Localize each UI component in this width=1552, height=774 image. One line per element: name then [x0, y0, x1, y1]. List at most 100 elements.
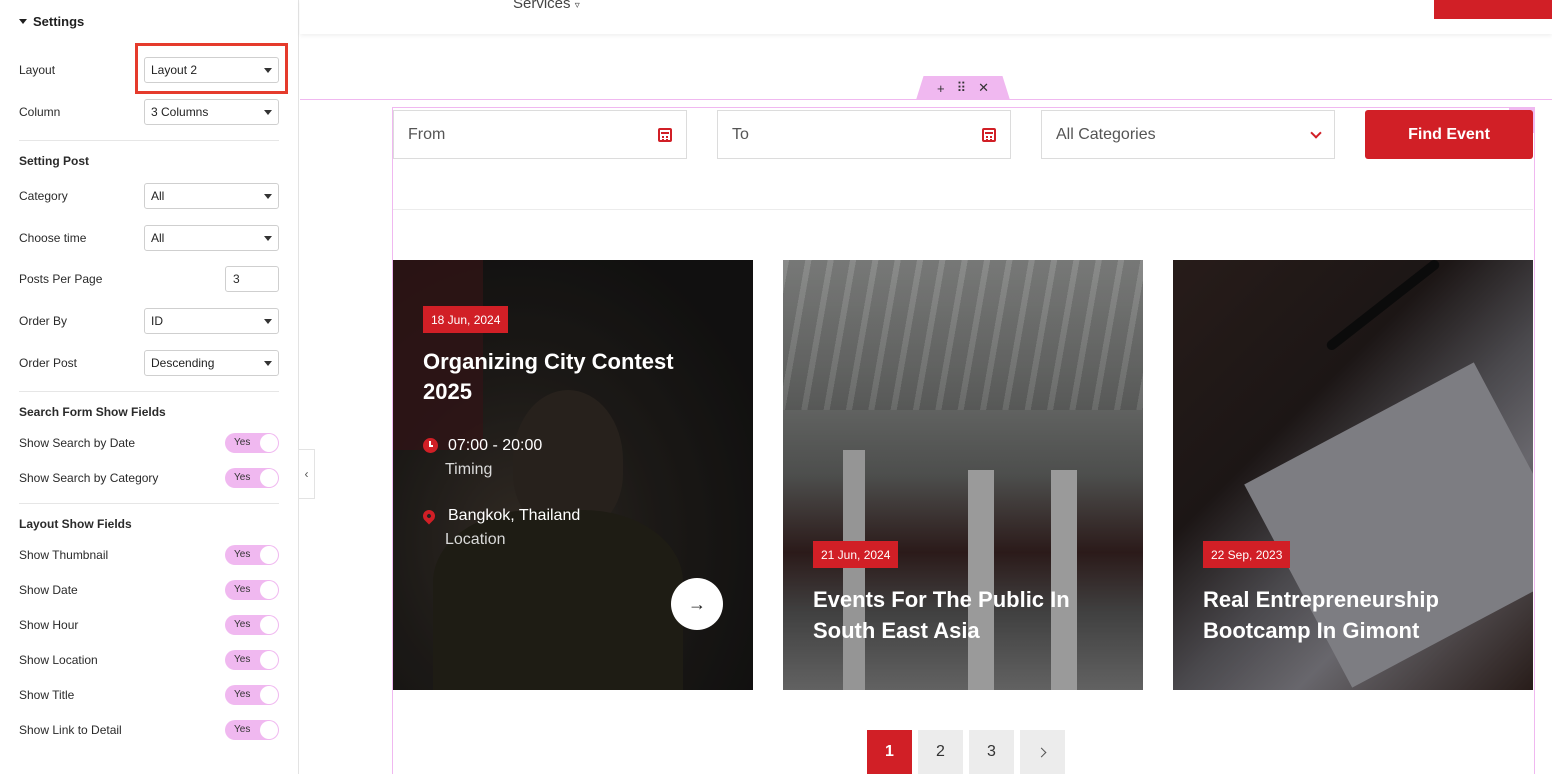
pagination-page-3[interactable]: 3 — [969, 730, 1014, 774]
from-placeholder: From — [408, 125, 446, 143]
site-header: Services ▿ — [300, 0, 1552, 34]
toggle-knob — [260, 616, 278, 634]
calendar-icon — [982, 127, 996, 142]
pagination-page-1[interactable]: 1 — [867, 730, 912, 774]
toggle-knob — [260, 581, 278, 599]
event-location-label: Location — [445, 531, 506, 548]
event-title-line: 2025 — [423, 379, 472, 404]
find-event-button[interactable]: Find Event — [1365, 110, 1533, 159]
layout-fields-heading: Layout Show Fields — [19, 517, 132, 531]
divider — [393, 209, 1533, 210]
event-date-badge: 18 Jun, 2024 — [423, 306, 509, 333]
settings-title: Settings — [33, 14, 85, 29]
show-search-by-category-toggle[interactable]: Yes — [225, 468, 279, 488]
order-post-label: Order Post — [19, 356, 78, 370]
category-select-value: All — [151, 189, 165, 203]
posts-per-page-row: Posts Per Page 3 — [19, 266, 279, 292]
event-title-line: Bootcamp In Gimont — [1203, 618, 1420, 643]
select-arrow-icon — [264, 109, 272, 115]
event-date-badge: 22 Sep, 2023 — [1203, 541, 1291, 568]
column-row: Column 3 Columns — [19, 99, 279, 125]
show-title-toggle[interactable]: Yes — [225, 685, 279, 705]
toggle-label: Show Hour — [19, 618, 79, 632]
toggle-label: Show Thumbnail — [19, 548, 109, 562]
toggle-value: Yes — [234, 619, 251, 630]
show-location-toggle[interactable]: Yes — [225, 650, 279, 670]
choose-time-select-value: All — [151, 231, 165, 245]
posts-per-page-input[interactable]: 3 — [225, 266, 279, 292]
chevron-left-icon: ‹ — [304, 467, 309, 481]
toggle-label: Show Location — [19, 653, 98, 667]
toggle-knob — [260, 651, 278, 669]
toggle-row: Show Thumbnail Yes — [19, 542, 279, 568]
toggle-label: Show Link to Detail — [19, 723, 122, 737]
settings-panel: Settings Layout Layout 2 Column 3 Column… — [0, 0, 299, 774]
order-post-row: Order Post Descending — [19, 350, 279, 376]
toggle-knob — [260, 434, 278, 452]
header-cta-button[interactable] — [1434, 0, 1552, 19]
select-arrow-icon — [264, 360, 272, 366]
toggle-value: Yes — [234, 549, 251, 560]
show-link-to-detail-toggle[interactable]: Yes — [225, 720, 279, 740]
toggle-value: Yes — [234, 654, 251, 665]
choose-time-row: Choose time All — [19, 225, 279, 251]
show-date-toggle[interactable]: Yes — [225, 580, 279, 600]
search-form-heading: Search Form Show Fields — [19, 405, 166, 419]
calendar-icon — [658, 127, 672, 142]
order-by-select[interactable]: ID — [144, 308, 279, 334]
show-hour-toggle[interactable]: Yes — [225, 615, 279, 635]
close-icon[interactable]: ✕ — [978, 80, 989, 96]
category-select[interactable]: All — [144, 183, 279, 209]
pagination-next-button[interactable] — [1020, 730, 1065, 774]
toggle-row: Show Date Yes — [19, 577, 279, 603]
column-select-value: 3 Columns — [151, 105, 209, 119]
category-row: Category All — [19, 183, 279, 209]
category-dropdown[interactable]: All Categories — [1041, 110, 1335, 159]
event-title-line: South East Asia — [813, 618, 980, 643]
toggle-label: Show Search by Category — [19, 471, 159, 485]
clock-icon — [423, 438, 438, 453]
event-card[interactable]: 18 Jun, 2024 Organizing City Contest 202… — [393, 260, 753, 690]
toggle-row: Show Search by Date Yes — [19, 430, 279, 456]
to-date-input[interactable]: To — [717, 110, 1011, 159]
toggle-row: Show Location Yes — [19, 647, 279, 673]
toggle-value: Yes — [234, 437, 251, 448]
event-title[interactable]: Organizing City Contest 2025 — [423, 347, 674, 407]
event-title-line: Organizing City Contest — [423, 349, 674, 374]
toggle-label: Show Search by Date — [19, 436, 136, 450]
drag-handle-icon[interactable]: ⠿ — [957, 80, 967, 96]
menu-item-services[interactable]: Services ▿ — [513, 0, 580, 12]
layout-highlight-box — [135, 43, 288, 94]
settings-section-header[interactable]: Settings — [19, 14, 84, 29]
chevron-right-icon — [1036, 747, 1046, 757]
category-label: Category — [19, 189, 68, 203]
event-time: 07:00 - 20:00 — [448, 437, 543, 454]
from-date-input[interactable]: From — [393, 110, 687, 159]
menu-item-label: Services — [513, 0, 571, 12]
column-select[interactable]: 3 Columns — [144, 99, 279, 125]
event-card[interactable]: 21 Jun, 2024 Events For The Public In So… — [783, 260, 1143, 690]
toggle-row: Show Title Yes — [19, 682, 279, 708]
toggle-label: Show Title — [19, 688, 75, 702]
posts-per-page-label: Posts Per Page — [19, 272, 103, 286]
to-placeholder: To — [732, 125, 749, 143]
select-arrow-icon — [264, 235, 272, 241]
show-search-by-date-toggle[interactable]: Yes — [225, 433, 279, 453]
add-section-icon[interactable]: + — [937, 81, 945, 96]
show-thumbnail-toggle[interactable]: Yes — [225, 545, 279, 565]
event-card[interactable]: 22 Sep, 2023 Real Entrepreneurship Bootc… — [1173, 260, 1533, 690]
order-post-select[interactable]: Descending — [144, 350, 279, 376]
event-detail-link[interactable]: → — [671, 578, 723, 630]
toggle-label: Show Date — [19, 583, 78, 597]
order-by-row: Order By ID — [19, 308, 279, 334]
event-title[interactable]: Real Entrepreneurship Bootcamp In Gimont — [1203, 584, 1439, 646]
choose-time-select[interactable]: All — [144, 225, 279, 251]
pagination-page-2[interactable]: 2 — [918, 730, 963, 774]
section-handle: + ⠿ ✕ — [916, 76, 1010, 100]
divider — [19, 391, 279, 392]
collapse-panel-button[interactable]: ‹ — [299, 449, 315, 499]
toggle-value: Yes — [234, 584, 251, 595]
event-time-label: Timing — [445, 461, 493, 478]
divider — [19, 140, 279, 141]
event-title[interactable]: Events For The Public In South East Asia — [813, 584, 1070, 646]
